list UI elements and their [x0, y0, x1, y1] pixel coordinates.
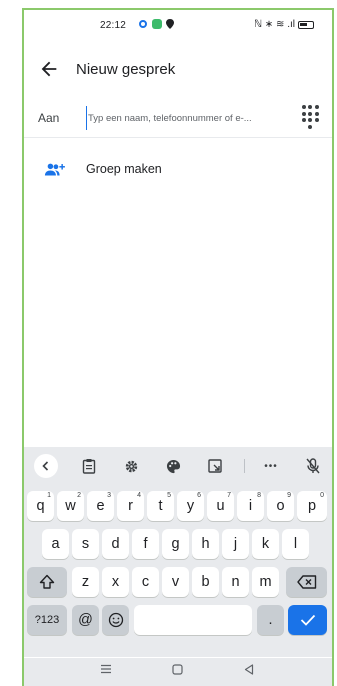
- messages-app-status-icon: [152, 19, 162, 29]
- key-i[interactable]: i8: [237, 491, 264, 521]
- key-g[interactable]: g: [162, 529, 189, 559]
- space-bar[interactable]: [134, 605, 252, 635]
- key-n[interactable]: n: [222, 567, 249, 597]
- key-h[interactable]: h: [192, 529, 219, 559]
- settings-gear-icon[interactable]: [120, 455, 142, 477]
- device-frame: 22:12 ℕ ∗ ≋ .ıl Nieuw gesprek Aan Typ ee…: [22, 8, 334, 686]
- backspace-key-icon[interactable]: [286, 567, 327, 597]
- create-group-item[interactable]: Groep maken: [24, 154, 332, 186]
- more-options-label: •••: [264, 460, 278, 472]
- key-b[interactable]: b: [192, 567, 219, 597]
- shift-key-icon[interactable]: [27, 567, 67, 597]
- key-t[interactable]: t5: [147, 491, 174, 521]
- checkmark-enter-icon[interactable]: [288, 605, 327, 635]
- emoji-key-icon[interactable]: [102, 605, 129, 635]
- status-signal-text: ℕ ∗ ≋ .ıl: [254, 19, 295, 30]
- status-time: 22:12: [100, 20, 127, 31]
- recipient-label: Aan: [38, 111, 60, 125]
- key-w[interactable]: w2: [57, 491, 84, 521]
- key-c[interactable]: c: [132, 567, 159, 597]
- location-status-icon: [166, 19, 174, 29]
- at-key[interactable]: @: [72, 605, 99, 635]
- system-navigation-bar: [24, 658, 332, 686]
- back-arrow-icon[interactable]: [38, 58, 60, 80]
- microphone-off-icon[interactable]: [302, 455, 324, 477]
- recipient-input[interactable]: [86, 106, 296, 130]
- symbols-key[interactable]: ?123: [27, 605, 67, 635]
- key-j[interactable]: j: [222, 529, 249, 559]
- period-key[interactable]: .: [257, 605, 284, 635]
- key-m[interactable]: m: [252, 567, 279, 597]
- group-add-icon: [44, 163, 65, 176]
- page-title: Nieuw gesprek: [76, 61, 176, 78]
- theme-palette-icon[interactable]: [162, 455, 184, 477]
- key-d[interactable]: d: [102, 529, 129, 559]
- app-bar: Nieuw gesprek: [24, 52, 332, 88]
- keyboard-toolbar: •••: [24, 447, 332, 483]
- key-k[interactable]: k: [252, 529, 279, 559]
- key-q[interactable]: q1: [27, 491, 54, 521]
- status-system-icons: ℕ ∗ ≋ .ıl: [254, 19, 314, 30]
- home-nav-icon[interactable]: [172, 664, 183, 675]
- soft-keyboard: ••• q1 w2 e3 r4 t5 y6 u7 i8 o9 p0 a s d …: [24, 447, 332, 657]
- toolbar-divider: [244, 459, 245, 473]
- key-r[interactable]: r4: [117, 491, 144, 521]
- key-s[interactable]: s: [72, 529, 99, 559]
- settings-gear-status-icon: [139, 20, 147, 28]
- floating-keyboard-icon[interactable]: [204, 455, 226, 477]
- back-nav-icon[interactable]: [244, 664, 254, 675]
- status-notification-icons: [138, 19, 174, 29]
- key-p[interactable]: p0: [297, 491, 327, 521]
- key-x[interactable]: x: [102, 567, 129, 597]
- key-y[interactable]: y6: [177, 491, 204, 521]
- key-l[interactable]: l: [282, 529, 309, 559]
- key-u[interactable]: u7: [207, 491, 234, 521]
- battery-icon: [298, 20, 314, 29]
- status-bar: 22:12 ℕ ∗ ≋ .ıl: [24, 10, 332, 40]
- more-options-icon[interactable]: •••: [260, 455, 282, 477]
- key-z[interactable]: z: [72, 567, 99, 597]
- key-o[interactable]: o9: [267, 491, 294, 521]
- dialpad-icon[interactable]: [300, 105, 320, 129]
- key-v[interactable]: v: [162, 567, 189, 597]
- create-group-label: Groep maken: [86, 162, 162, 176]
- key-a[interactable]: a: [42, 529, 69, 559]
- menu-nav-icon[interactable]: [100, 664, 112, 674]
- recipient-row: Aan: [24, 98, 332, 138]
- chevron-left-icon[interactable]: [34, 454, 58, 478]
- key-e[interactable]: e3: [87, 491, 114, 521]
- screen: 22:12 ℕ ∗ ≋ .ıl Nieuw gesprek Aan Typ ee…: [24, 10, 332, 686]
- key-f[interactable]: f: [132, 529, 159, 559]
- clipboard-icon[interactable]: [78, 455, 100, 477]
